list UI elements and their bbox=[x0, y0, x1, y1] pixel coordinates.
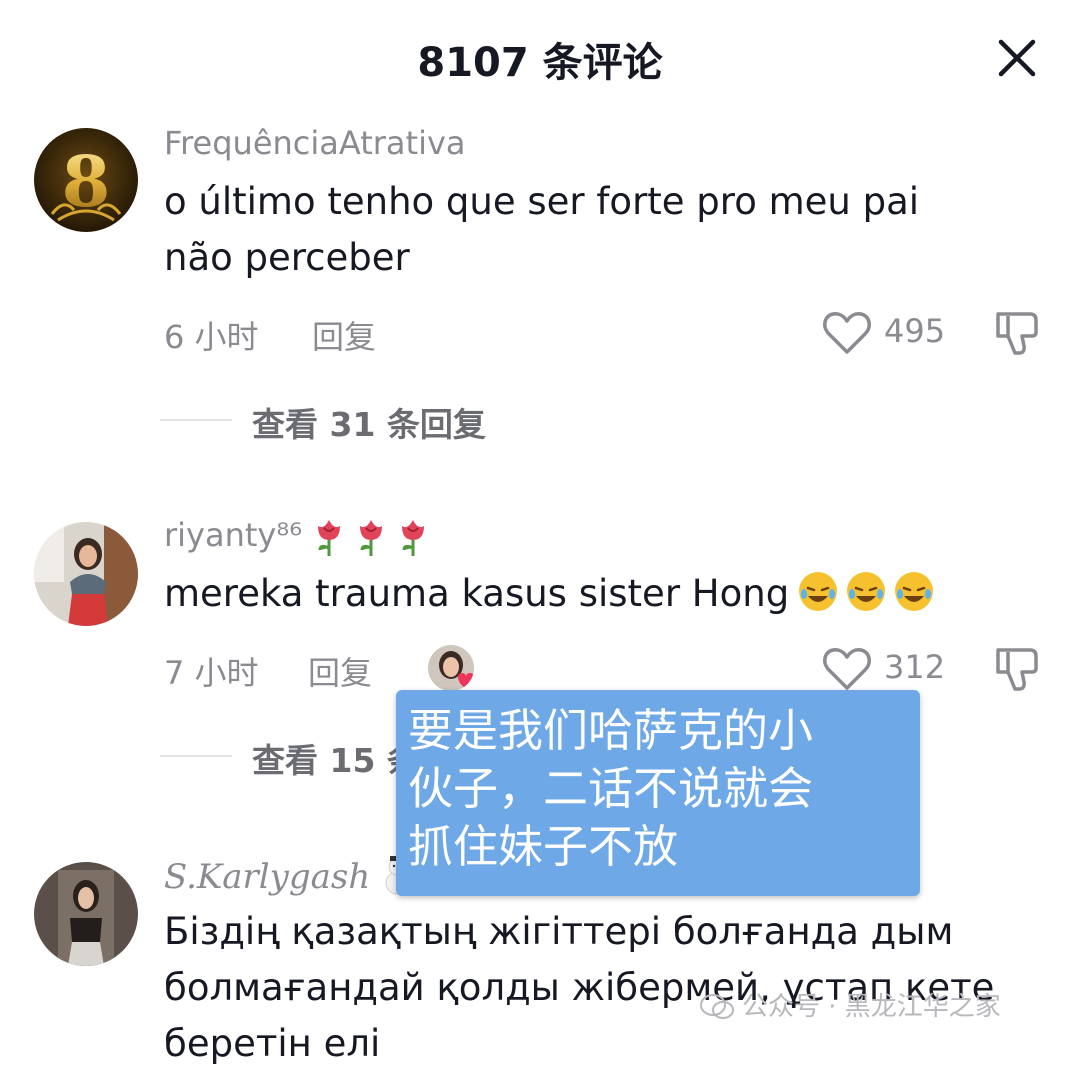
reply-button[interactable]: 回复 bbox=[312, 312, 376, 358]
avatar[interactable]: 8 bbox=[34, 128, 138, 232]
rose-icon bbox=[402, 520, 425, 556]
comment-text: mereka trauma kasus sister Hong bbox=[164, 566, 1024, 622]
username[interactable]: FrequênciaAtrativa bbox=[164, 124, 466, 162]
svg-text:8: 8 bbox=[62, 140, 111, 223]
username[interactable]: S.Karlygash bbox=[164, 854, 414, 897]
username-text: riyanty⁸⁶ bbox=[164, 516, 303, 554]
dislike-icon[interactable] bbox=[994, 310, 1042, 356]
caption-line: 伙子，二话不说就会 bbox=[408, 762, 814, 815]
wechat-icon bbox=[700, 994, 734, 1019]
creator-liked-avatar bbox=[428, 645, 474, 691]
rose-icon bbox=[318, 520, 341, 556]
comment-text: o último tenho que ser forte pro meu pai… bbox=[164, 180, 920, 279]
laughing-crying-emoji-icon bbox=[799, 572, 838, 611]
view-replies-button[interactable]: 查看 31 条回复 bbox=[252, 398, 486, 446]
comment-text-content: mereka trauma kasus sister Hong bbox=[164, 572, 790, 615]
dislike-icon[interactable] bbox=[994, 646, 1042, 692]
comment-time: 7 小时 bbox=[164, 654, 259, 692]
comment-time: 6 小时 bbox=[164, 318, 259, 356]
heart-icon[interactable] bbox=[822, 310, 872, 356]
like-count: 312 bbox=[884, 648, 946, 686]
caption-line: 要是我们哈萨克的小 bbox=[408, 704, 814, 757]
heart-icon[interactable] bbox=[822, 646, 872, 692]
page-title: 8107 条评论 bbox=[417, 40, 663, 86]
watermark-text: 公众号 · 黑龙江华之家 bbox=[742, 992, 1001, 1022]
avatar[interactable] bbox=[34, 522, 138, 626]
rose-icon bbox=[360, 520, 383, 556]
divider bbox=[160, 755, 232, 757]
divider bbox=[160, 419, 232, 421]
laughing-crying-emoji-icon bbox=[847, 572, 886, 611]
username-text: S.Karlygash bbox=[164, 857, 371, 897]
close-icon[interactable] bbox=[995, 36, 1039, 80]
laughing-crying-emoji-icon bbox=[895, 572, 934, 611]
reply-button[interactable]: 回复 bbox=[308, 648, 372, 694]
caption-line: 抓住妹子不放 bbox=[408, 820, 679, 873]
avatar[interactable] bbox=[34, 862, 138, 966]
like-count: 495 bbox=[884, 312, 946, 350]
username[interactable]: riyanty⁸⁶ bbox=[164, 516, 428, 556]
watermark: 公众号 · 黑龙江华之家 bbox=[700, 986, 1001, 1023]
caption-overlay: 要是我们哈萨克的小 伙子，二话不说就会 抓住妹子不放 bbox=[396, 690, 920, 896]
